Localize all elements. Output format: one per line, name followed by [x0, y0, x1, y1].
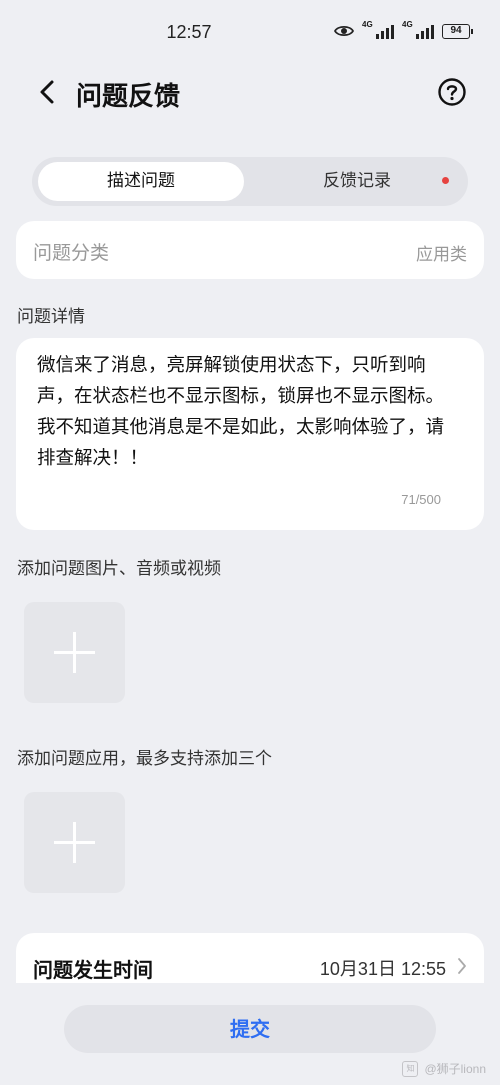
unread-dot [442, 177, 449, 184]
status-time: 12:57 [166, 22, 212, 42]
page-title: 问题反馈 [76, 82, 181, 112]
details-section-label: 问题详情 [17, 307, 85, 327]
status-bar: 12:57 4G 4G 94 [0, 0, 500, 66]
watermark: 知 @狮子lionn [402, 1060, 486, 1077]
details-text: 微信来了消息，亮屏解锁使用状态下，只听到响声，在状态栏也不显示图标，锁屏也不显示… [37, 355, 445, 469]
add-app-button[interactable] [24, 792, 125, 893]
eye-icon [334, 24, 354, 38]
chevron-right-icon [457, 957, 467, 979]
category-label: 问题分类 [33, 242, 110, 264]
signal-icon: 4G [362, 20, 394, 39]
category-value: 应用类 [416, 245, 467, 265]
battery-icon: 94 [442, 23, 473, 39]
submit-button[interactable]: 提交 [64, 1005, 436, 1053]
tab-feedback-history[interactable]: 反馈记录 [254, 162, 460, 201]
network-type: 4G [402, 20, 413, 29]
network-type: 4G [362, 20, 373, 29]
add-media-button[interactable] [24, 602, 125, 703]
watermark-logo-icon: 知 [402, 1060, 419, 1077]
help-icon[interactable] [437, 77, 467, 107]
header: 问题反馈 [0, 66, 500, 118]
occurrence-time-value: 10月31日 12:55 [319, 959, 446, 979]
signal-icon: 4G [402, 20, 434, 39]
tab-bar: 描述问题 反馈记录 [32, 157, 468, 206]
details-textarea[interactable]: 微信来了消息，亮屏解锁使用状态下，只听到响声，在状态栏也不显示图标，锁屏也不显示… [16, 338, 484, 530]
plus-icon [54, 822, 95, 863]
watermark-text: @狮子lionn [424, 1062, 486, 1076]
category-row[interactable]: 问题分类 应用类 [16, 221, 484, 279]
apps-section-label: 添加问题应用，最多支持添加三个 [17, 749, 272, 769]
bottom-bar: 提交 知 @狮子lionn [0, 983, 500, 1085]
back-icon[interactable] [36, 78, 60, 106]
plus-icon [54, 632, 95, 673]
status-icons: 4G 4G 94 [334, 20, 473, 39]
tab-describe-issue[interactable]: 描述问题 [38, 162, 244, 201]
char-counter: 71/500 [401, 492, 441, 507]
attachments-section-label: 添加问题图片、音频或视频 [17, 559, 221, 579]
occurrence-time-label: 问题发生时间 [33, 958, 153, 982]
